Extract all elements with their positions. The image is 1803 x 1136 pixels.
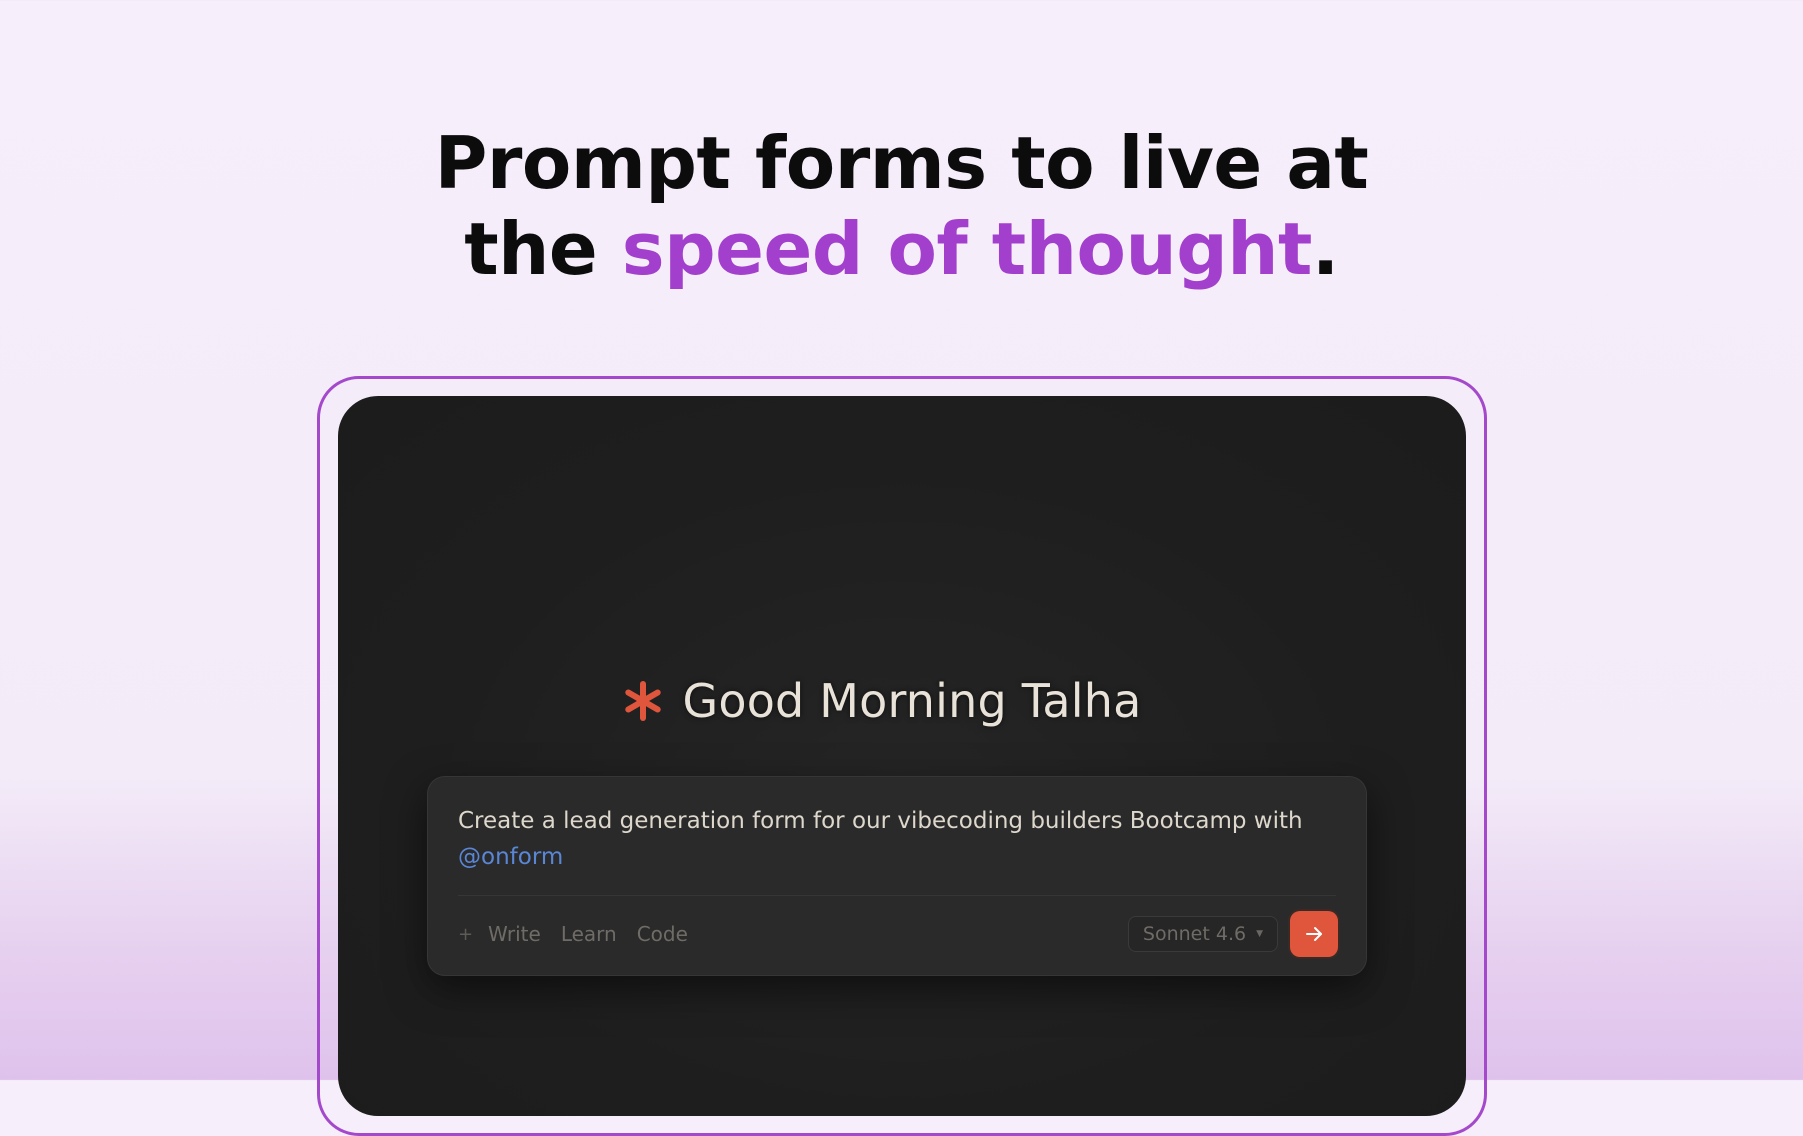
headline-prefix: the [464,207,622,291]
app-window: Good Morning Talha Create a lead generat… [338,396,1466,1116]
write-button[interactable]: Write [488,922,541,946]
greeting-text: Good Morning Talha [682,674,1142,728]
plus-icon[interactable]: + [458,924,473,945]
composer-divider [458,895,1336,896]
mention-tag[interactable]: @onform [458,839,1328,875]
code-button[interactable]: Code [637,922,688,946]
headline-line-2: the speed of thought. [0,206,1803,292]
prompt-text: Create a lead generation form for our vi… [458,808,1303,834]
greeting: Good Morning Talha [338,674,1446,728]
headline-suffix: . [1311,207,1339,291]
composer-toolbar: + Write Learn Code Sonnet 4.6 ▼ [458,911,1338,957]
prompt-input[interactable]: Create a lead generation form for our vi… [458,803,1328,875]
caret-down-icon: ▼ [1256,929,1263,939]
model-select[interactable]: Sonnet 4.6 ▼ [1127,916,1278,952]
asterisk-icon [623,681,663,721]
model-label: Sonnet 4.6 [1142,923,1247,945]
arrow-right-icon [1306,927,1322,941]
hero-headline: Prompt forms to live at the speed of tho… [0,120,1803,292]
headline-accent: speed of thought [621,207,1313,291]
learn-button[interactable]: Learn [561,922,617,946]
send-button[interactable] [1290,911,1338,957]
headline-line-1: Prompt forms to live at [434,121,1369,205]
mode-actions: + Write Learn Code [458,922,688,946]
prompt-composer[interactable]: Create a lead generation form for our vi… [427,776,1367,976]
